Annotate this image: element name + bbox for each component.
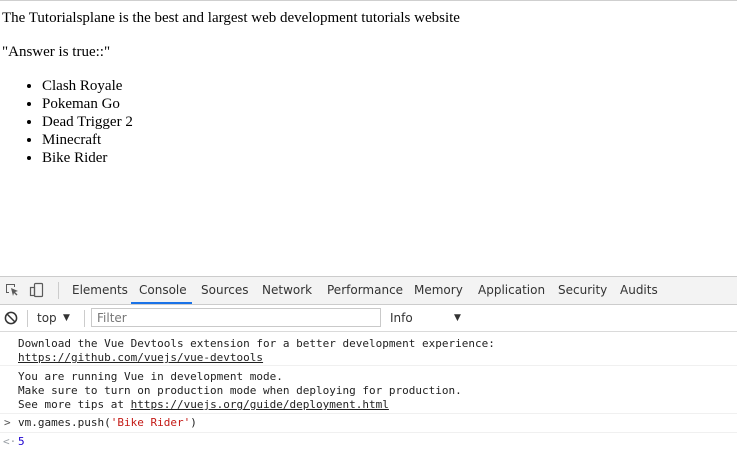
console-message: You are running Vue in development mode.… — [0, 366, 737, 414]
tab-memory[interactable]: Memory — [414, 277, 463, 304]
list-item: Minecraft — [42, 131, 133, 149]
page-headline: The Tutorialsplane is the best and large… — [2, 10, 460, 26]
tab-sources[interactable]: Sources — [201, 277, 248, 304]
web-page: The Tutorialsplane is the best and large… — [0, 0, 737, 277]
filter-divider — [84, 310, 85, 327]
filter-input[interactable] — [91, 308, 381, 327]
message-text: Download the Vue Devtools extension for … — [18, 337, 495, 350]
console-command: > vm.games.push('Bike Rider') — [0, 414, 737, 433]
chevron-right-icon: > — [4, 416, 11, 429]
context-selector-label: top — [37, 311, 57, 325]
list-item: Bike Rider — [42, 149, 133, 167]
answer-text: "Answer is true::" — [2, 44, 111, 60]
command-text: vm.games.push( — [18, 416, 111, 429]
filter-divider — [27, 310, 28, 327]
inspect-element-icon[interactable] — [4, 282, 20, 298]
list-item: Clash Royale — [42, 77, 133, 95]
message-text: See more tips at — [18, 398, 131, 411]
log-level-selector[interactable]: Info — [390, 305, 413, 331]
message-text: You are running Vue in development mode. — [18, 370, 283, 383]
device-toolbar-icon[interactable] — [29, 282, 45, 298]
result-value: 5 — [18, 435, 25, 448]
message-text: Make sure to turn on production mode whe… — [18, 384, 462, 397]
tab-application[interactable]: Application — [478, 277, 545, 304]
tab-network[interactable]: Network — [262, 277, 312, 304]
result-arrow-icon: <· — [3, 435, 17, 448]
console-filter-bar: top ▼ Info ▼ — [0, 305, 737, 332]
console-result: <· 5 — [0, 433, 737, 451]
command-argument: 'Bike Rider' — [110, 416, 191, 429]
tab-audits[interactable]: Audits — [620, 277, 658, 304]
context-selector[interactable]: top ▼ — [37, 305, 70, 331]
devtools-tabbar: Elements Console Sources Network Perform… — [0, 277, 737, 305]
vue-deployment-link[interactable]: https://vuejs.org/guide/deployment.html — [131, 398, 389, 411]
tab-elements[interactable]: Elements — [72, 277, 128, 304]
tab-security[interactable]: Security — [558, 277, 607, 304]
caret-down-icon[interactable]: ▼ — [454, 305, 461, 331]
list-item: Pokeman Go — [42, 95, 133, 113]
caret-down-icon: ▼ — [63, 313, 70, 323]
toolbar-divider — [58, 282, 59, 299]
vue-devtools-link[interactable]: https://github.com/vuejs/vue-devtools — [18, 351, 263, 364]
games-list: Clash Royale Pokeman Go Dead Trigger 2 M… — [0, 77, 133, 167]
devtools-panel: Elements Console Sources Network Perform… — [0, 276, 737, 453]
tab-console[interactable]: Console — [131, 277, 192, 304]
command-text: ) — [190, 416, 197, 429]
console-message: Download the Vue Devtools extension for … — [0, 333, 737, 366]
tab-performance[interactable]: Performance — [327, 277, 403, 304]
list-item: Dead Trigger 2 — [42, 113, 133, 131]
clear-console-icon[interactable] — [4, 310, 18, 325]
